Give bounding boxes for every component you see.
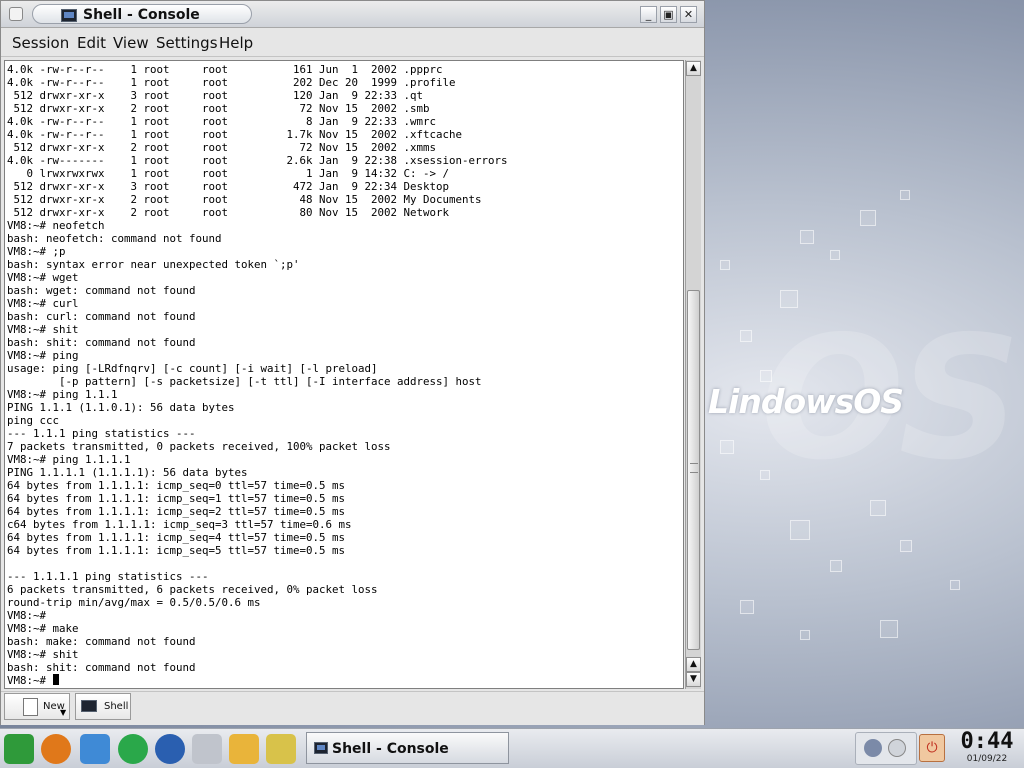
terminal-line: bash: neofetch: command not found [7, 232, 222, 245]
menu-session[interactable]: Session [12, 34, 69, 52]
window-titlebar[interactable]: Shell - Console _ ▣ ✕ [1, 1, 704, 28]
new-document-icon [23, 698, 38, 716]
menubar: Session Edit View Settings Help [1, 29, 704, 57]
terminal-line: 64 bytes from 1.1.1.1: icmp_seq=1 ttl=57… [7, 492, 346, 505]
clock-date: 01/09/22 [966, 754, 1008, 764]
terminal-line: 4.0k -rw-r--r-- 1 root root 1.7k Nov 15 … [7, 128, 463, 141]
menu-help[interactable]: Help [219, 34, 253, 52]
terminal-line: VM8:~# ping [7, 349, 79, 362]
package-icon[interactable] [80, 734, 110, 764]
terminal-line: 512 drwxr-xr-x 3 root root 472 Jan 9 22:… [7, 180, 450, 193]
console-icon [314, 742, 328, 754]
terminal-line: 512 drwxr-xr-x 2 root root 48 Nov 15 200… [7, 193, 482, 206]
lindows-logo: LindowsOS [708, 382, 904, 421]
terminal-line: PING 1.1.1 (1.1.0.1): 56 data bytes [7, 401, 235, 414]
terminal-line: bash: make: command not found [7, 635, 196, 648]
terminal-line: VM8:~# wget [7, 271, 79, 284]
terminal-line: VM8:~# shit [7, 648, 79, 661]
terminal-line: 6 packets transmitted, 6 packets receive… [7, 583, 378, 596]
swimmer-icon[interactable] [229, 734, 259, 764]
console-icon [81, 700, 97, 712]
taskbar-console-label: Shell - Console [332, 741, 449, 757]
terminal-line: [-p pattern] [-s packetsize] [-t ttl] [-… [7, 375, 482, 388]
clock[interactable]: 0:44 01/09/22 [953, 730, 1021, 767]
terminal-line: c64 bytes from 1.1.1.1: icmp_seq=3 ttl=5… [7, 518, 352, 531]
title-pill: Shell - Console [32, 4, 252, 24]
terminal-line: bash: curl: command not found [7, 310, 196, 323]
window-menu-icon[interactable] [9, 7, 23, 21]
globe-icon[interactable] [155, 734, 185, 764]
terminal-line: VM8:~# [7, 609, 47, 622]
terminal-line: VM8:~# make [7, 622, 79, 635]
terminal-line: 512 drwxr-xr-x 2 root root 80 Nov 15 200… [7, 206, 450, 219]
terminal-line: bash: syntax error near unexpected token… [7, 258, 300, 271]
tab-shell-label: Shell [104, 701, 129, 712]
terminal-line: 4.0k -rw------- 1 root root 2.6k Jan 9 2… [7, 154, 508, 167]
terminal-line: VM8:~# neofetch [7, 219, 105, 232]
terminal-line: 64 bytes from 1.1.1.1: icmp_seq=5 ttl=57… [7, 544, 346, 557]
scroll-up-icon[interactable]: ▲ [686, 61, 701, 76]
terminal-line: 4.0k -rw-r--r-- 1 root root 8 Jan 9 22:3… [7, 115, 437, 128]
drive-icon[interactable] [192, 734, 222, 764]
session-tabbar: New ▼ Shell [1, 691, 704, 725]
scroll-down-icon[interactable]: ▼ [686, 672, 701, 687]
scroll-up-lower-icon[interactable]: ▲ [686, 657, 701, 672]
scroll-thumb[interactable] [687, 290, 700, 650]
speaker-icon[interactable] [864, 739, 882, 757]
terminal-line: 4.0k -rw-r--r-- 1 root root 202 Dec 20 1… [7, 76, 456, 89]
taskbar: Shell - Console ⏻ 0:44 01/09/22 [0, 728, 1024, 768]
terminal-line: 64 bytes from 1.1.1.1: icmp_seq=0 ttl=57… [7, 479, 346, 492]
lifebuoy-icon[interactable] [41, 734, 71, 764]
chevron-down-icon[interactable]: ▼ [60, 708, 66, 717]
terminal-line: PING 1.1.1.1 (1.1.1.1): 56 data bytes [7, 466, 248, 479]
terminal-line: bash: wget: command not found [7, 284, 196, 297]
terminal-line: VM8:~# curl [7, 297, 79, 310]
terminal-line: bash: shit: command not found [7, 661, 196, 674]
minimize-button[interactable]: _ [640, 6, 657, 23]
terminal-line: 0 lrwxrwxrwx 1 root root 1 Jan 9 14:32 C… [7, 167, 450, 180]
terminal-line: 512 drwxr-xr-x 2 root root 72 Nov 15 200… [7, 141, 437, 154]
lindows-icon[interactable] [4, 734, 34, 764]
terminal-line: --- 1.1.1.1 ping statistics --- [7, 570, 209, 583]
terminal-line: 4.0k -rw-r--r-- 1 root root 161 Jun 1 20… [7, 63, 443, 76]
system-tray [855, 732, 917, 765]
taskbar-console-button[interactable]: Shell - Console [306, 732, 509, 764]
terminal-scrollbar[interactable]: ▲ ▲ ▼ [685, 60, 701, 689]
terminal-line: 7 packets transmitted, 0 packets receive… [7, 440, 391, 453]
terminal-line: ping ccc [7, 414, 60, 427]
tab-shell[interactable]: Shell [75, 693, 131, 720]
clock-time: 0:44 [960, 729, 1014, 754]
power-icon[interactable]: ⏻ [919, 734, 945, 762]
terminal-line: VM8:~# shit [7, 323, 79, 336]
runner-icon[interactable] [118, 734, 148, 764]
console-icon [61, 9, 77, 22]
terminal-line: round-trip min/avg/max = 0.5/0.5/0.6 ms [7, 596, 261, 609]
terminal-line: 512 drwxr-xr-x 2 root root 72 Nov 15 200… [7, 102, 430, 115]
terminal-cursor [52, 674, 59, 685]
maximize-button[interactable]: ▣ [660, 6, 677, 23]
terminal-line: VM8:~# ping 1.1.1.1 [7, 453, 131, 466]
terminal-line: VM8:~# ;p [7, 245, 66, 258]
menu-view[interactable]: View [113, 34, 149, 52]
terminal-line: usage: ping [-LRdfnqrv] [-c count] [-i w… [7, 362, 378, 375]
terminal-line: VM8:~# ping 1.1.1 [7, 388, 118, 401]
terminal-output[interactable]: 4.0k -rw-r--r-- 1 root root 161 Jun 1 20… [4, 60, 684, 689]
network-icon[interactable] [888, 739, 906, 757]
window-title: Shell - Console [83, 7, 200, 23]
terminal-line: 512 drwxr-xr-x 3 root root 120 Jan 9 22:… [7, 89, 424, 102]
terminal-line: bash: shit: command not found [7, 336, 196, 349]
terminal-line: VM8:~# [7, 674, 59, 687]
menu-edit[interactable]: Edit [77, 34, 106, 52]
close-button[interactable]: ✕ [680, 6, 697, 23]
terminal-line: 64 bytes from 1.1.1.1: icmp_seq=2 ttl=57… [7, 505, 346, 518]
new-session-button[interactable]: New ▼ [4, 693, 70, 720]
terminal-line: 64 bytes from 1.1.1.1: icmp_seq=4 ttl=57… [7, 531, 346, 544]
menu-settings[interactable]: Settings [156, 34, 218, 52]
terminal-line: --- 1.1.1 ping statistics --- [7, 427, 196, 440]
pen-icon[interactable] [266, 734, 296, 764]
console-window: Shell - Console _ ▣ ✕ Session Edit View … [0, 0, 705, 725]
